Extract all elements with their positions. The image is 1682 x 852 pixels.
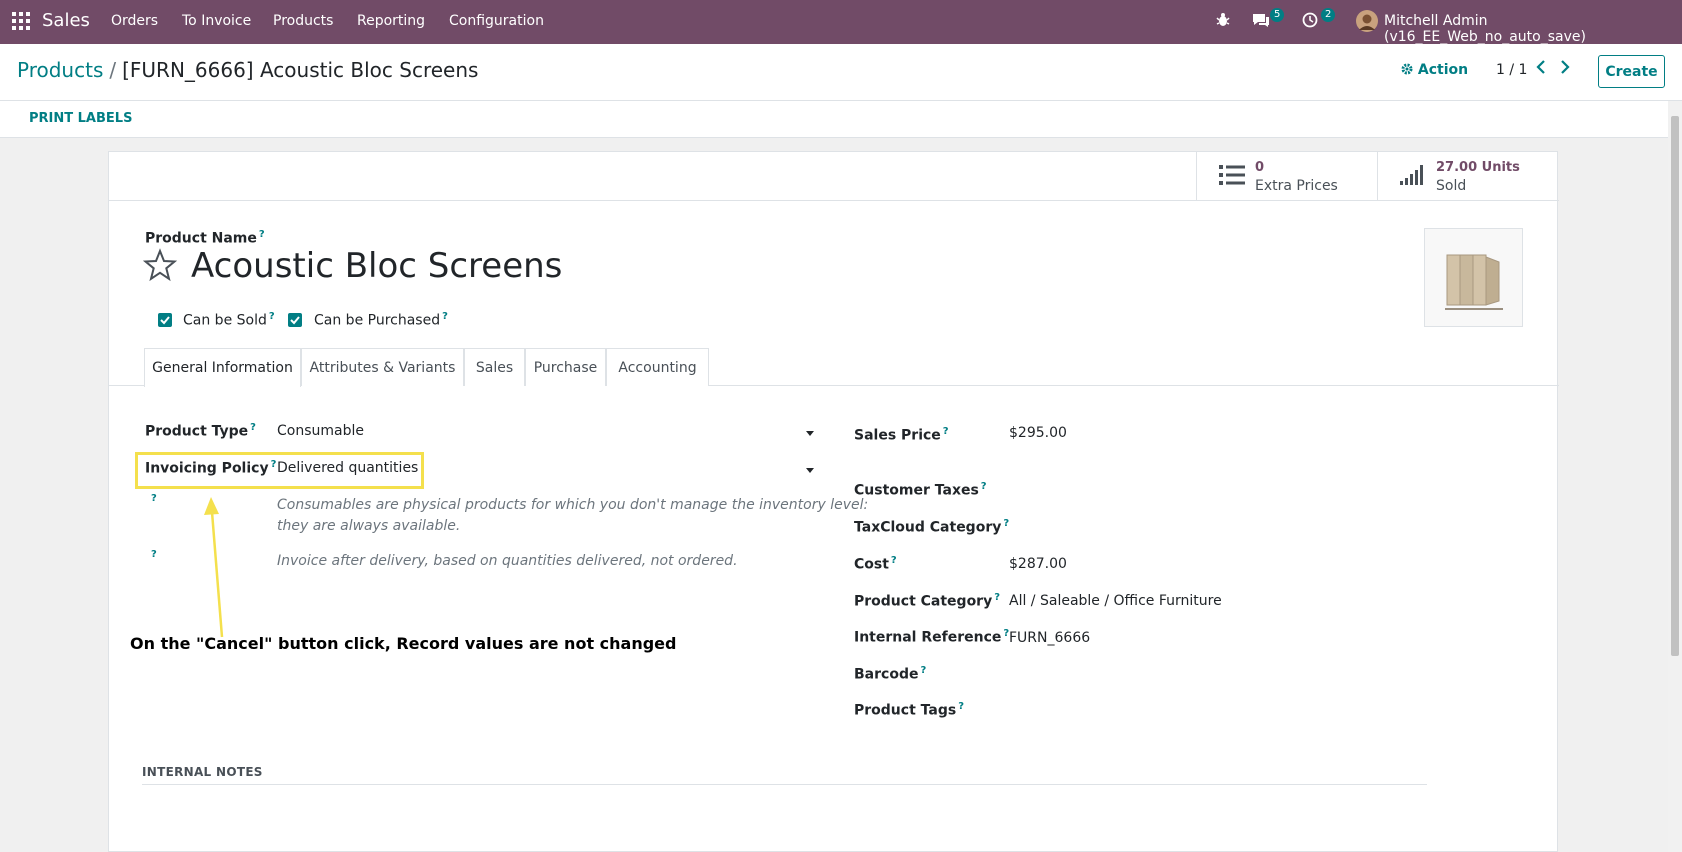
product-type-label: Product Type? [145,422,256,440]
activities-clock-icon[interactable]: 2 [1302,8,1336,32]
top-navbar: Sales Orders To Invoice Products Reporti… [0,0,1682,45]
menu-orders[interactable]: Orders [111,13,158,29]
product-name-field[interactable]: Acoustic Bloc Screens [191,246,562,286]
invoicing-policy-highlight [135,452,424,489]
messages-badge: 5 [1270,8,1285,22]
menu-to-invoice[interactable]: To Invoice [182,13,251,29]
product-type-help-line-1: Consumables are physical products for wh… [277,497,869,513]
invoicing-policy-help: Invoice after delivery, based on quantit… [277,553,738,569]
form-statusbar: PRINT LABELS [0,101,1668,138]
invoicing-policy-dropdown-icon[interactable] [806,468,814,473]
breadcrumb: Products / [FURN_6666] Acoustic Bloc Scree… [17,58,478,82]
list-icon [1219,164,1245,190]
tab-purchase[interactable]: Purchase [525,348,606,386]
messages-icon[interactable]: 5 [1251,8,1285,32]
customer-taxes-label: Customer Taxes? [854,481,987,499]
gear-icon [1401,63,1413,75]
sold-button[interactable]: 27.00 Units Sold [1377,152,1559,201]
invoicing-policy-help-icon[interactable]: ? [151,549,157,560]
product-type-help-line-2: they are always available. [277,518,461,534]
breadcrumb-separator: / [109,58,117,82]
activities-badge: 2 [1321,8,1336,22]
breadcrumb-products-link[interactable]: Products [17,58,103,82]
barcode-label: Barcode? [854,665,927,683]
tab-attributes-variants[interactable]: Attributes & Variants [301,348,464,386]
cost-field[interactable]: $287.00 [1009,556,1067,572]
extra-prices-count: 0 [1255,160,1265,175]
internal-reference-label: Internal Reference? [854,628,1010,646]
print-labels-button[interactable]: PRINT LABELS [29,111,132,126]
product-type-select[interactable]: Consumable [277,423,364,439]
scrollbar-thumb[interactable] [1671,116,1679,656]
taxcloud-category-label: TaxCloud Category? [854,518,1010,536]
internal-notes-label: INTERNAL NOTES [142,765,263,779]
can-be-sold-label: Can be Sold? [183,311,275,329]
internal-reference-field[interactable]: FURN_6666 [1009,630,1090,646]
apps-menu-icon[interactable] [12,12,30,30]
extra-prices-label: Extra Prices [1255,178,1338,194]
form-tabs: General Information Attributes & Variant… [109,348,1559,387]
favorite-star-icon[interactable] [142,248,178,286]
breadcrumb-current: [FURN_6666] Acoustic Bloc Screens [122,58,479,82]
can-be-purchased-label: Can be Purchased? [314,311,448,329]
pager-previous-icon[interactable] [1536,59,1546,78]
extra-prices-button[interactable]: 0 Extra Prices [1196,152,1377,201]
annotation-text: On the "Cancel" button click, Record val… [130,634,677,653]
signal-bars-icon [1400,164,1426,190]
user-avatar[interactable] [1356,10,1378,36]
tab-sales[interactable]: Sales [464,348,525,386]
internal-notes-divider [142,784,1427,785]
sold-value: 27.00 Units [1436,160,1520,175]
sales-price-field[interactable]: $295.00 [1009,425,1067,441]
menu-reporting[interactable]: Reporting [357,13,425,29]
app-name[interactable]: Sales [42,10,90,31]
page-scrollbar[interactable] [1668,101,1682,852]
tab-accounting[interactable]: Accounting [606,348,709,386]
menu-configuration[interactable]: Configuration [449,13,544,29]
product-name-label: Product Name? [145,229,265,247]
product-category-field[interactable]: All / Saleable / Office Furniture [1009,593,1222,609]
control-panel: Products / [FURN_6666] Acoustic Bloc Scree… [0,44,1682,101]
pager-next-icon[interactable] [1560,59,1570,78]
cost-label: Cost? [854,555,897,573]
debug-bug-icon[interactable] [1216,12,1230,32]
create-button[interactable]: Create [1598,55,1665,88]
product-type-help-icon[interactable]: ? [151,493,157,504]
smart-button-box: 0 Extra Prices 27.00 Units Sold [109,152,1559,201]
can-be-purchased-checkbox[interactable] [288,313,302,327]
product-tags-label: Product Tags? [854,701,964,719]
tab-general-information[interactable]: General Information [144,348,301,387]
action-button[interactable]: Action [1401,62,1468,78]
sold-label: Sold [1436,178,1467,194]
can-be-sold-checkbox[interactable] [158,313,172,327]
product-image[interactable] [1424,228,1523,327]
form-sheet: 0 Extra Prices 27.00 Units Sold Product … [108,151,1559,852]
product-category-label: Product Category? [854,592,1001,610]
user-name[interactable]: Mitchell Admin (v16_EE_Web_no_auto_save) [1384,13,1682,45]
action-label: Action [1417,62,1469,78]
menu-products[interactable]: Products [273,13,333,29]
pager-value[interactable]: 1 / 1 [1496,62,1527,78]
sales-price-label: Sales Price? [854,426,949,444]
product-type-dropdown-icon[interactable] [806,431,814,436]
